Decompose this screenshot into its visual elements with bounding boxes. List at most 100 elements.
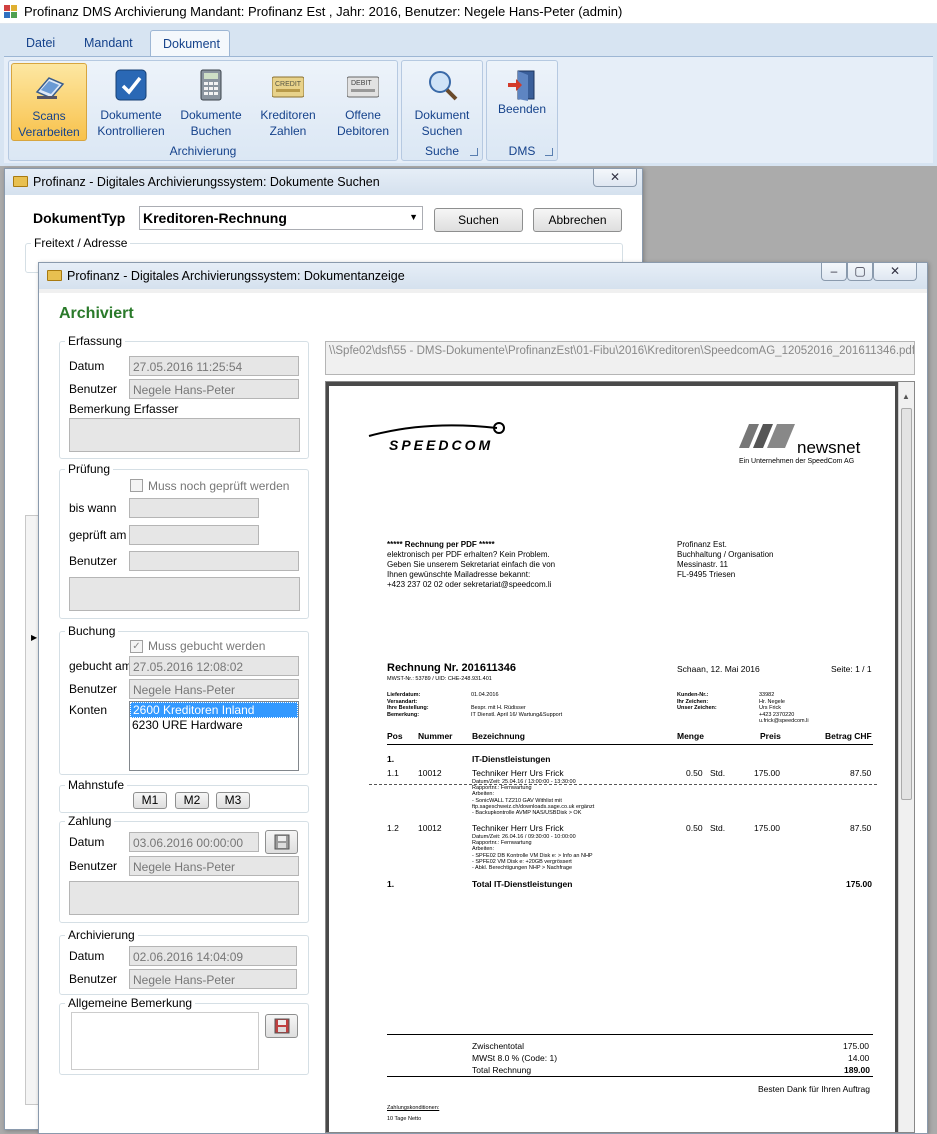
mwst-label: MWSt 8.0 % (Code: 1) [472, 1053, 558, 1063]
newsnet-logo-mark [739, 424, 795, 448]
minimize-button[interactable]: – [821, 263, 847, 281]
scroll-up-icon[interactable]: ▲ [902, 392, 910, 401]
chevron-down-icon: ▼ [409, 212, 418, 222]
header-rule [387, 744, 873, 745]
row1-nummer: 10012 [418, 768, 442, 778]
zahlung-datum-label: Datum [69, 835, 105, 849]
cancel-button[interactable]: Abbrechen [533, 208, 622, 232]
address-line: Messinastr. 11 [677, 560, 728, 569]
pruefung-benutzer-field[interactable] [129, 551, 299, 571]
gebucht-am-field[interactable]: 27.05.2016 12:08:02 [129, 656, 299, 676]
zahlung-benutzer-field[interactable]: Negele Hans-Peter [129, 856, 299, 876]
svg-text:SPEEDCOM: SPEEDCOM [389, 437, 493, 453]
file-path-field[interactable]: \\Spfe02\dsf\55 - DMS-Dokumente\Profinan… [325, 341, 915, 375]
pruefung-bemerkung-field[interactable] [69, 577, 300, 611]
row2-einheit: Std. [710, 823, 726, 833]
erfassung-benutzer-field[interactable]: Negele Hans-Peter [129, 379, 299, 399]
kreditoren-zahlen-button[interactable]: CREDIT Kreditoren Zahlen [253, 63, 323, 141]
meta-left-values: 01.04.2016 Bespr. mit H. Rüdisser IT Die… [471, 692, 562, 718]
dialog-launcher-icon[interactable] [470, 148, 478, 156]
calculator-icon [195, 69, 227, 101]
save-button[interactable] [265, 830, 298, 854]
pdf-viewer[interactable]: ▲ SPEEDCOM newsnet Ein Unternehmen der S… [325, 381, 915, 1133]
doctype-label: DokumentTyp [33, 210, 126, 226]
bis-wann-field[interactable] [129, 498, 259, 518]
dokument-suchen-button[interactable]: Dokument Suchen [406, 63, 478, 141]
newsnet-logo-text: newsnet [797, 438, 861, 457]
bemerkung-textarea[interactable] [71, 1012, 259, 1070]
close-button[interactable]: ✕ [873, 263, 917, 281]
buchung-legend: Buchung [65, 624, 119, 638]
newsnet-sub: Ein Unternehmen der SpeedCom AG [739, 458, 855, 465]
m2-button[interactable]: M2 [175, 792, 209, 809]
group-suche: Dokument Suchen Suche [401, 60, 483, 161]
row2-preis: 175.00 [754, 823, 780, 833]
offene-debitoren-button[interactable]: DEBIT Offene Debitoren [329, 63, 397, 141]
archivierung-benutzer-field[interactable]: Negele Hans-Peter [129, 969, 297, 989]
intro-line: elektronisch per PDF erhalten? Kein Prob… [387, 550, 550, 559]
erfassung-bemerkung-field[interactable] [69, 418, 300, 452]
list-item[interactable]: 6230 URE Hardware [130, 718, 298, 732]
col-nummer: Nummer [418, 731, 453, 741]
viewer-body: Archiviert Erfassung Datum 27.05.2016 11… [39, 293, 927, 1133]
invoice-date: Schaan, 12. Mai 2016 [677, 664, 760, 674]
totals-rule [387, 1034, 873, 1035]
kreditoren-label-2: Zahlen [269, 124, 307, 138]
buchung-check-label: Muss gebucht werden [148, 639, 266, 653]
search-window-close-button[interactable]: ✕ [593, 169, 637, 187]
pruefung-checkbox[interactable] [130, 479, 143, 492]
scans-verarbeiten-button[interactable]: Scans Verarbeiten [11, 63, 87, 141]
m1-button[interactable]: M1 [133, 792, 167, 809]
zahlung-datum-field[interactable]: 03.06.2016 00:00:00 [129, 832, 259, 852]
tab-dokument[interactable]: Dokument [150, 30, 230, 56]
exit-door-icon [506, 69, 538, 101]
suchen-label-2: Suchen [421, 124, 463, 138]
archivierung-benutzer-label: Benutzer [69, 972, 118, 986]
row1-menge: 0.50 [686, 768, 703, 778]
address-line: Buchhaltung / Organisation [677, 550, 774, 559]
left-grid-edge [25, 515, 39, 1105]
meta-right-values: 33982 Hr. Negele Urs Frick +423 2370220 … [759, 692, 809, 725]
scanner-icon [33, 70, 65, 102]
floppy-icon [274, 834, 289, 850]
row2-pos: 1.2 [387, 823, 399, 833]
beenden-button[interactable]: Beenden [491, 63, 553, 141]
group-name: IT-Dienstleistungen [472, 754, 551, 764]
geprueft-am-field[interactable] [129, 525, 259, 545]
row1-preis: 175.00 [754, 768, 780, 778]
viewer-window: Profinanz - Digitales Archivierungssyste… [38, 262, 928, 1134]
col-pos: Pos [387, 731, 403, 741]
meta-value: IT Dienstl. April 16/ Wartung&Support [471, 711, 563, 718]
pdf-scrollbar[interactable]: ▲ [898, 382, 914, 1132]
erfassung-datum-field[interactable]: 27.05.2016 11:25:54 [129, 356, 299, 376]
group-total-pos: 1. [387, 879, 395, 889]
mwst-value: 14.00 [848, 1053, 870, 1063]
dokumente-kontrollieren-button[interactable]: Dokumente Kontrollieren [93, 63, 169, 141]
col-bezeichnung: Bezeichnung [472, 731, 525, 741]
konten-label: Konten [69, 703, 108, 717]
zwischentotal-value: 175.00 [843, 1041, 869, 1051]
m3-button[interactable]: M3 [216, 792, 250, 809]
buchung-checkbox[interactable]: ✓ [130, 640, 143, 653]
maximize-button[interactable]: ▢ [847, 263, 873, 281]
group-pos: 1. [387, 754, 395, 764]
buchung-benutzer-field[interactable]: Negele Hans-Peter [129, 679, 299, 699]
doctype-dropdown[interactable]: Kreditoren-Rechnung ▼ [139, 206, 423, 230]
total-rule [387, 1076, 873, 1077]
konten-list[interactable]: 2600 Kreditoren Inland 6230 URE Hardware [129, 701, 299, 771]
tab-mandant[interactable]: Mandant [72, 30, 145, 56]
meta-label: Ihre Bestellung: [387, 705, 429, 711]
dokumente-buchen-button[interactable]: Dokumente Buchen [175, 63, 247, 141]
tab-datei[interactable]: Datei [14, 30, 67, 56]
save-bemerkung-button[interactable] [265, 1014, 298, 1038]
archivierung-datum-field[interactable]: 02.06.2016 14:04:09 [129, 946, 297, 966]
meta-label: Unser Zeichen: [677, 705, 717, 711]
zahlung-bemerkung-field[interactable] [69, 881, 299, 915]
bemerkung-legend: Allgemeine Bemerkung [65, 996, 196, 1010]
dialog-launcher-icon[interactable] [545, 148, 553, 156]
search-button[interactable]: Suchen [434, 208, 523, 232]
list-item[interactable]: 2600 Kreditoren Inland [130, 702, 298, 718]
scans-label-1: Scans [32, 109, 66, 123]
archivierung-legend: Archivierung [65, 928, 138, 942]
scroll-thumb[interactable] [901, 408, 912, 800]
